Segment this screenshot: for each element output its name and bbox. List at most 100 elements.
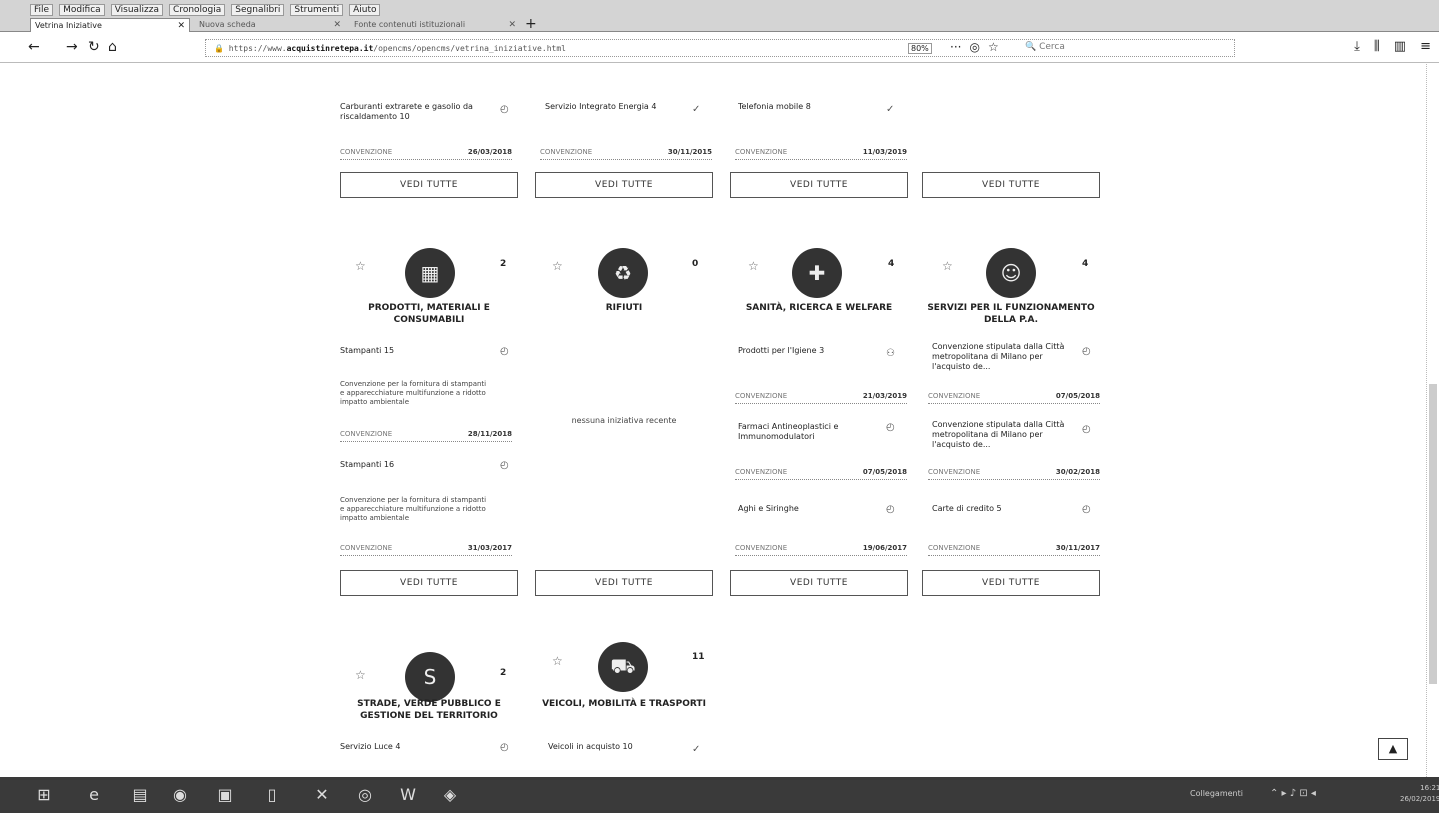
meta-type: CONVENZIONE (735, 468, 788, 476)
system-tray: ⌃ ▸ ♪ ⊡ ◂ (1270, 788, 1316, 799)
page-content: Carburanti extrarete e gasolio da riscal… (0, 64, 1439, 777)
vedi-tutte-button[interactable]: VEDI TUTTE (730, 570, 908, 596)
quicklaunch-label[interactable]: Collegamenti (1190, 789, 1243, 798)
media-icon[interactable]: ◉ (170, 785, 190, 805)
menu-visualizza[interactable]: Visualizza (110, 4, 164, 16)
bookmark-star-icon[interactable]: ☆ (988, 40, 999, 54)
initiative-meta: CONVENZIONE 21/03/2019 (735, 392, 907, 404)
initiative-title[interactable]: Aghi e Siringhe (738, 504, 888, 514)
initiative-title[interactable]: Farmaci Antineoplastici e Immunomodulato… (738, 422, 888, 442)
scrollbar-thumb[interactable] (1429, 384, 1437, 684)
meta-date: 07/05/2018 (1055, 392, 1100, 400)
empty-message: nessuna iniziativa recente (571, 416, 677, 425)
x-icon[interactable]: ✕ (312, 785, 332, 805)
category-title[interactable]: VEICOLI, MOBILITÀ E TRASPORTI (535, 698, 713, 710)
initiative-title[interactable]: Veicoli in acquisto 10 (548, 742, 698, 752)
initiative-description: Convenzione per la fornitura di stampant… (340, 496, 487, 522)
vedi-tutte-button[interactable]: VEDI TUTTE (340, 570, 518, 596)
star-icon[interactable]: ☆ (552, 259, 563, 273)
tab-fonte-contenuti[interactable]: Fonte contenuti istituzionali ✕ (350, 18, 520, 32)
category-title[interactable]: SANITÀ, RICERCA E WELFARE (730, 302, 908, 314)
scroll-to-top-button[interactable]: ▲ (1378, 738, 1408, 760)
vedi-tutte-button[interactable]: VEDI TUTTE (922, 570, 1100, 596)
menu-segnalibri[interactable]: Segnalibri (231, 4, 285, 16)
new-tab-button[interactable]: + (525, 16, 537, 32)
reload-icon[interactable]: ↻ (88, 39, 100, 55)
doc-icon[interactable]: ▯ (262, 785, 282, 805)
vedi-tutte-button[interactable]: VEDI TUTTE (535, 172, 713, 198)
star-icon[interactable]: ☆ (942, 259, 953, 273)
vedi-tutte-button[interactable]: VEDI TUTTE (340, 172, 518, 198)
meta-date: 28/11/2018 (467, 430, 512, 438)
edge-icon[interactable]: ◎ (355, 785, 375, 805)
home-icon[interactable]: ⌂ (108, 39, 117, 55)
initiative-title[interactable]: Stampanti 16 (340, 460, 490, 470)
initiative-title[interactable]: Convenzione stipulata dalla Città metrop… (932, 420, 1082, 450)
initiative-title[interactable]: Stampanti 15 (340, 346, 490, 356)
vedi-tutte-button[interactable]: VEDI TUTTE (535, 570, 713, 596)
category-count: 2 (500, 259, 507, 269)
tab-nuova-scheda[interactable]: Nuova scheda ✕ (195, 18, 345, 32)
category-title[interactable]: STRADE, VERDE PUBBLICO E GESTIONE DEL TE… (340, 698, 518, 722)
firefox-icon[interactable]: ◈ (440, 785, 460, 805)
browser-titlebar: File Modifica Visualizza Cronologia Segn… (0, 0, 1439, 32)
clock[interactable]: 16:21 26/02/2019 (1400, 783, 1439, 805)
forward-icon[interactable]: → (66, 39, 78, 55)
initiative-title[interactable]: Telefonia mobile 8 (738, 102, 888, 112)
initiative-title[interactable]: Prodotti per l'Igiene 3 (738, 346, 888, 356)
library-icon[interactable]: ⫼ (1374, 39, 1380, 54)
tab-label: Nuova scheda (199, 20, 256, 29)
word-icon[interactable]: W (398, 785, 418, 805)
star-icon[interactable]: ☆ (552, 654, 563, 668)
menu-cronologia[interactable]: Cronologia (169, 4, 226, 16)
app-icon[interactable]: ▣ (215, 785, 235, 805)
vedi-tutte-button[interactable]: VEDI TUTTE (922, 172, 1100, 198)
vedi-tutte-button[interactable]: VEDI TUTTE (730, 172, 908, 198)
close-icon[interactable]: ✕ (333, 18, 341, 32)
initiative-title[interactable]: Carte di credito 5 (932, 504, 1082, 514)
meta-date: 30/11/2017 (1055, 544, 1100, 552)
tab-vetrina-iniziative[interactable]: Vetrina Iniziative ✕ (30, 18, 190, 32)
url-prefix: https://www. (228, 44, 287, 53)
hamburger-menu-icon[interactable]: ≡ (1420, 39, 1431, 54)
check-circle-icon: ◴ (500, 104, 509, 115)
search-input[interactable]: 🔍 Cerca (1025, 42, 1065, 52)
zoom-indicator[interactable]: 80% (908, 43, 932, 54)
initiative-meta: CONVENZIONE 30/11/2017 (928, 544, 1100, 556)
ie-icon[interactable]: e (84, 785, 104, 805)
category-title[interactable]: RIFIUTI (535, 302, 713, 314)
category-count: 4 (1082, 259, 1089, 269)
close-icon[interactable]: ✕ (508, 18, 516, 32)
initiative-meta: CONVENZIONE 30/11/2015 (540, 148, 712, 160)
meta-type: CONVENZIONE (735, 544, 788, 552)
url-bar[interactable]: 🔒 https://www.acquistinretepa.it/opencms… (205, 39, 1235, 57)
sidebar-icon[interactable]: ▥ (1394, 39, 1406, 54)
star-icon[interactable]: ☆ (355, 259, 366, 273)
download-icon[interactable]: ⤓ (1354, 39, 1360, 54)
initiative-description: Convenzione per la fornitura di stampant… (340, 380, 487, 406)
menu-aiuto[interactable]: Aiuto (349, 4, 381, 16)
back-icon[interactable]: ← (28, 39, 40, 55)
menu-file[interactable]: File (30, 4, 54, 16)
close-icon[interactable]: ✕ (177, 19, 185, 33)
initiative-meta: CONVENZIONE 11/03/2019 (735, 148, 907, 160)
initiative-title[interactable]: Servizio Integrato Energia 4 (545, 102, 695, 112)
initiative-meta: CONVENZIONE 30/02/2018 (928, 468, 1100, 480)
meta-type: CONVENZIONE (340, 148, 393, 156)
menu-modifica[interactable]: Modifica (59, 4, 105, 16)
star-icon[interactable]: ☆ (748, 259, 759, 273)
star-icon[interactable]: ☆ (355, 668, 366, 682)
start-icon[interactable]: ⊞ (34, 785, 54, 805)
vertical-scrollbar[interactable] (1426, 64, 1439, 777)
explorer-icon[interactable]: ▤ (130, 785, 150, 805)
initiative-title[interactable]: Carburanti extrarete e gasolio da riscal… (340, 102, 490, 122)
menu-strumenti[interactable]: Strumenti (290, 4, 344, 16)
pocket-icon[interactable]: ◎ (969, 40, 979, 54)
initiative-title[interactable]: Servizio Luce 4 (340, 742, 490, 752)
check-icon: ✓ (692, 104, 701, 115)
category-title[interactable]: SERVIZI PER IL FUNZIONAMENTO DELLA P.A. (922, 302, 1100, 326)
initiative-title[interactable]: Convenzione stipulata dalla Città metrop… (932, 342, 1082, 372)
page-actions-icon[interactable]: ··· (950, 40, 961, 54)
category-title[interactable]: PRODOTTI, MATERIALI E CONSUMABILI (340, 302, 518, 326)
meta-type: CONVENZIONE (735, 148, 788, 156)
